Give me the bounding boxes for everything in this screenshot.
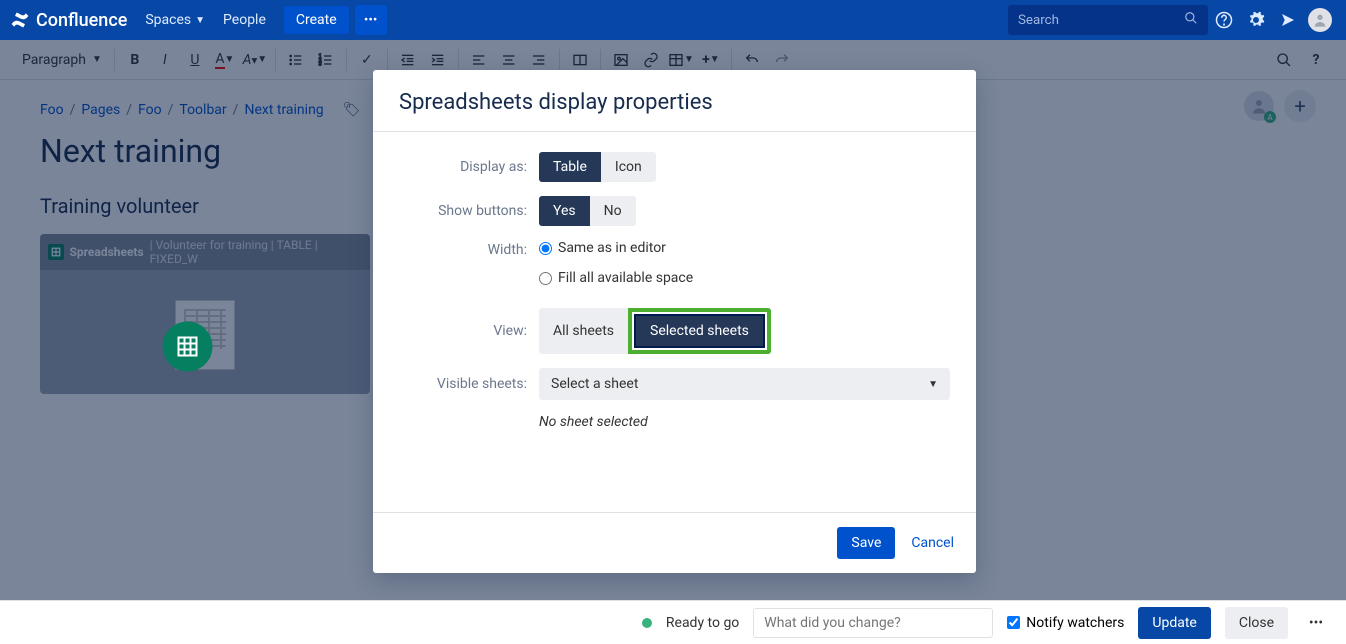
close-button[interactable]: Close (1225, 607, 1288, 639)
display-as-icon-button[interactable]: Icon (601, 152, 656, 182)
width-same-radio[interactable]: Same as in editor (539, 240, 950, 256)
ellipsis-icon: ••• (1309, 615, 1323, 631)
brand-text: Confluence (36, 10, 127, 31)
show-buttons-yes-button[interactable]: Yes (539, 196, 590, 226)
create-button[interactable]: Create (284, 6, 349, 34)
confluence-logo[interactable]: Confluence (10, 10, 127, 31)
search-box[interactable] (1008, 5, 1208, 35)
status-text: Ready to go (666, 615, 739, 631)
ellipsis-icon: ••• (364, 13, 378, 28)
modal-body: Display as: Table Icon Show buttons: Yes… (373, 132, 976, 512)
label-width: Width: (399, 240, 539, 258)
help-icon[interactable] (1208, 4, 1240, 36)
show-buttons-no-button[interactable]: No (590, 196, 636, 226)
display-as-table-button[interactable]: Table (539, 152, 601, 182)
top-nav: Confluence Spaces ▼ People Create ••• (0, 0, 1346, 40)
nav-spaces[interactable]: Spaces ▼ (145, 12, 205, 28)
change-comment-input[interactable] (753, 608, 993, 638)
chevron-down-icon: ▼ (928, 379, 938, 390)
label-view: View: (399, 323, 539, 339)
nav-more-button[interactable]: ••• (355, 5, 387, 35)
editor-footer: Ready to go Notify watchers Update Close… (0, 600, 1346, 644)
properties-modal: Spreadsheets display properties Display … (373, 70, 976, 573)
notify-watchers-checkbox[interactable]: Notify watchers (1007, 615, 1124, 631)
gear-icon[interactable] (1240, 4, 1272, 36)
highlight-annotation: Selected sheets (628, 308, 771, 354)
update-button[interactable]: Update (1138, 607, 1210, 639)
profile-avatar[interactable] (1304, 4, 1336, 36)
view-toggle: All sheets Selected sheets (539, 308, 771, 354)
status-indicator-icon (642, 618, 652, 628)
width-fill-radio[interactable]: Fill all available space (539, 270, 950, 286)
label-display-as: Display as: (399, 159, 539, 175)
notification-icon[interactable] (1272, 4, 1304, 36)
visible-sheets-select[interactable]: Select a sheet ▼ (539, 368, 950, 400)
spreadsheet-circle-icon (163, 321, 213, 371)
no-sheet-text: No sheet selected (539, 414, 648, 430)
chevron-down-icon: ▼ (195, 15, 205, 26)
footer-more-button[interactable]: ••• (1302, 609, 1330, 637)
save-button[interactable]: Save (837, 527, 895, 559)
modal-title: Spreadsheets display properties (373, 70, 976, 132)
search-icon (1184, 11, 1198, 29)
display-as-toggle: Table Icon (539, 152, 656, 182)
modal-footer: Save Cancel (373, 512, 976, 573)
cancel-button[interactable]: Cancel (911, 535, 954, 551)
label-visible-sheets: Visible sheets: (399, 376, 539, 392)
view-selected-sheets-button[interactable]: Selected sheets (634, 314, 765, 348)
show-buttons-toggle: Yes No (539, 196, 636, 226)
nav-people[interactable]: People (223, 12, 266, 28)
search-input[interactable] (1018, 13, 1168, 28)
view-all-sheets-button[interactable]: All sheets (539, 308, 628, 354)
label-show-buttons: Show buttons: (399, 203, 539, 219)
confluence-icon (10, 10, 30, 30)
